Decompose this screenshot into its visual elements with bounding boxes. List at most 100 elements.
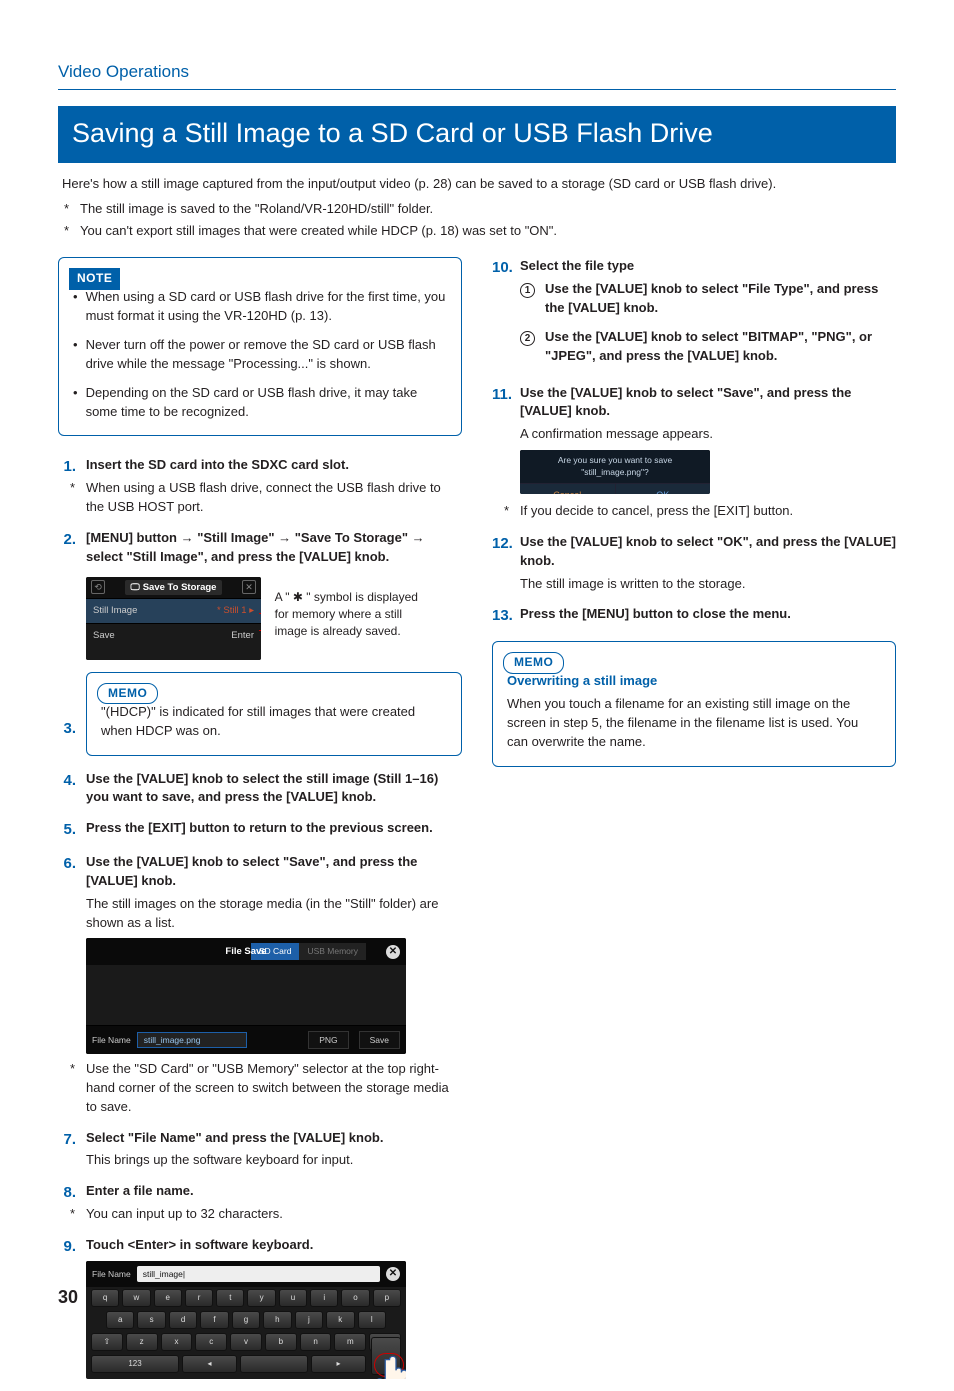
step-4-title: Use the [VALUE] knob to select the still… xyxy=(86,770,462,808)
step-5-title: Press the [EXIT] button to return to the… xyxy=(86,819,462,838)
filename-label: File Name xyxy=(92,1034,131,1046)
step-7-title: Select "File Name" and press the [VALUE]… xyxy=(86,1129,462,1148)
key-s[interactable]: s xyxy=(137,1311,165,1329)
right-column: 10. Select the file type 1 Use the [VALU… xyxy=(492,257,896,1391)
key-a[interactable]: a xyxy=(106,1311,134,1329)
memo-left-text: "(HDCP)" is indicated for still images t… xyxy=(101,703,447,741)
key-e[interactable]: e xyxy=(154,1289,182,1307)
step-7: 7. Select "File Name" and press the [VAL… xyxy=(58,1129,462,1171)
step-11: 11. Use the [VALUE] knob to select "Save… xyxy=(492,384,896,521)
step-6-note: Use the "SD Card" or "USB Memory" select… xyxy=(86,1060,462,1117)
key-i[interactable]: i xyxy=(310,1289,338,1307)
intro-note-2: You can't export still images that were … xyxy=(80,222,557,241)
step-12-title: Use the [VALUE] knob to select "OK", and… xyxy=(520,533,896,571)
key-left[interactable]: ◂ xyxy=(182,1355,237,1373)
key-r[interactable]: r xyxy=(185,1289,213,1307)
key-x[interactable]: x xyxy=(161,1333,193,1351)
close-icon[interactable]: ✕ xyxy=(242,580,256,594)
key-c[interactable]: c xyxy=(195,1333,227,1351)
back-icon[interactable]: ⟲ xyxy=(91,580,105,594)
kbd-filename-input[interactable]: still_image| xyxy=(137,1266,380,1282)
kbd-filename-label: File Name xyxy=(92,1268,131,1280)
step-2: 2. [MENU] button → "Still Image" → "Save… xyxy=(58,529,462,660)
close-icon[interactable]: ✕ xyxy=(386,1267,400,1281)
key-f[interactable]: f xyxy=(200,1311,228,1329)
kbd-row-4: 123 ◂ ▸ xyxy=(86,1353,406,1375)
step-13: 13. Press the [MENU] button to close the… xyxy=(492,605,896,627)
note-label: NOTE xyxy=(69,268,120,289)
star-symbol-note: A " ✱ " symbol is displayed for memory w… xyxy=(275,589,420,641)
page-title: Saving a Still Image to a SD Card or USB… xyxy=(58,106,896,163)
key-l[interactable]: l xyxy=(358,1311,386,1329)
row-still-image[interactable]: Still Image * Still 1 ▸ xyxy=(86,598,261,623)
key-m[interactable]: m xyxy=(334,1333,366,1351)
screenshot-keyboard: File Name still_image| ✕ q w e r t y u i… xyxy=(86,1261,406,1379)
key-q[interactable]: q xyxy=(91,1289,119,1307)
key-shift[interactable]: ⇧ xyxy=(91,1333,123,1351)
ok-button[interactable]: OK xyxy=(616,484,711,494)
step-1-note: When using a USB flash drive, connect th… xyxy=(86,479,462,517)
key-d[interactable]: d xyxy=(169,1311,197,1329)
key-b[interactable]: b xyxy=(265,1333,297,1351)
file-list-area xyxy=(86,965,406,1025)
memo-right-box: MEMO Overwriting a still image When you … xyxy=(492,641,896,766)
intro-note-1: The still image is saved to the "Roland/… xyxy=(80,200,433,219)
key-n[interactable]: n xyxy=(300,1333,332,1351)
sub-step-1-icon: 1 xyxy=(520,283,535,298)
screenshot-save-to-storage: ⟲ 🖵 Save To Storage ✕ Still Image * Stil… xyxy=(86,577,261,660)
key-p[interactable]: p xyxy=(373,1289,401,1307)
step-7-desc: This brings up the software keyboard for… xyxy=(86,1151,462,1170)
fs-title: File Save xyxy=(86,945,406,959)
step-13-title: Press the [MENU] button to close the men… xyxy=(520,605,896,624)
intro-paragraph: Here's how a still image captured from t… xyxy=(62,175,896,194)
key-t[interactable]: t xyxy=(216,1289,244,1307)
screenshot-file-save: File Save SD Card USB Memory ✕ File Name… xyxy=(86,938,406,1054)
step-11-desc: A confirmation message appears. xyxy=(520,425,896,444)
screenshot-confirm: Are you sure you want to save "still_ima… xyxy=(520,450,710,494)
step-1-title: Insert the SD card into the SDXC card sl… xyxy=(86,456,462,475)
key-o[interactable]: o xyxy=(341,1289,369,1307)
key-right[interactable]: ▸ xyxy=(311,1355,366,1373)
note-item-3: Depending on the SD card or USB flash dr… xyxy=(86,384,447,422)
key-k[interactable]: k xyxy=(326,1311,354,1329)
step-3-number: 3. xyxy=(58,718,76,740)
memo-right-body: When you touch a filename for an existin… xyxy=(507,695,881,752)
kbd-row-1: q w e r t y u i o p xyxy=(86,1287,406,1309)
key-w[interactable]: w xyxy=(122,1289,150,1307)
key-j[interactable]: j xyxy=(295,1311,323,1329)
step-6-desc: The still images on the storage media (i… xyxy=(86,895,462,933)
confirm-message: Are you sure you want to save "still_ima… xyxy=(520,450,710,484)
step-5: 5. Press the [EXIT] button to return to … xyxy=(58,819,462,841)
key-z[interactable]: z xyxy=(126,1333,158,1351)
cancel-button[interactable]: Cancel xyxy=(520,484,616,494)
key-space[interactable] xyxy=(240,1355,308,1373)
memo-left-box: MEMO "(HDCP)" is indicated for still ima… xyxy=(86,672,462,756)
step-11-note: If you decide to cancel, press the [EXIT… xyxy=(520,502,793,521)
row-save[interactable]: Save Enter xyxy=(86,623,261,648)
key-u[interactable]: u xyxy=(279,1289,307,1307)
callout-bracket xyxy=(259,613,261,631)
save-button[interactable]: Save xyxy=(359,1031,400,1049)
step-10: 10. Select the file type 1 Use the [VALU… xyxy=(492,257,896,365)
step-2-title: [MENU] button → "Still Image" → "Save To… xyxy=(86,529,462,567)
key-123[interactable]: 123 xyxy=(91,1355,179,1373)
filename-input[interactable]: still_image.png xyxy=(137,1032,247,1048)
left-column: NOTE •When using a SD card or USB flash … xyxy=(58,257,462,1391)
step-11-title: Use the [VALUE] knob to select "Save", a… xyxy=(520,384,896,422)
step-6: 6. Use the [VALUE] knob to select "Save"… xyxy=(58,853,462,1117)
step-1: 1. Insert the SD card into the SDXC card… xyxy=(58,456,462,517)
step-9: 9. Touch <Enter> in software keyboard. F… xyxy=(58,1236,462,1379)
page-number: 30 xyxy=(58,1284,78,1310)
kbd-row-2: a s d f g h j k l xyxy=(86,1309,406,1331)
step-8-note: You can input up to 32 characters. xyxy=(86,1205,283,1224)
key-h[interactable]: h xyxy=(263,1311,291,1329)
screenshot-title: 🖵 Save To Storage xyxy=(125,580,223,596)
step-8-title: Enter a file name. xyxy=(86,1182,462,1201)
png-button[interactable]: PNG xyxy=(308,1031,348,1049)
memo-label: MEMO xyxy=(97,683,158,704)
step-10-title: Select the file type xyxy=(520,257,896,276)
key-v[interactable]: v xyxy=(230,1333,262,1351)
key-g[interactable]: g xyxy=(232,1311,260,1329)
memo-label: MEMO xyxy=(503,652,564,673)
key-y[interactable]: y xyxy=(247,1289,275,1307)
